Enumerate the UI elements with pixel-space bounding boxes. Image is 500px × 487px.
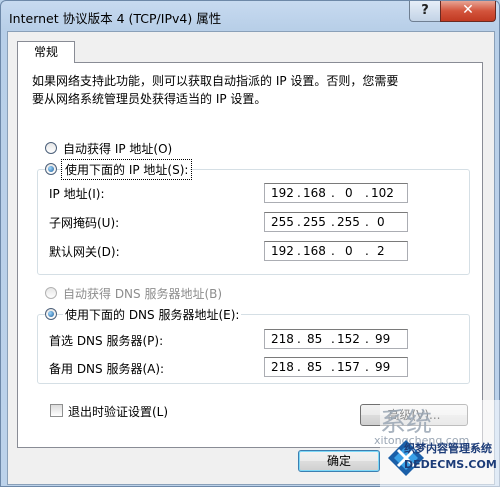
manual-ip-radio[interactable] [45, 163, 57, 175]
preferred-dns-label: 首选 DNS 服务器(P): [49, 334, 164, 348]
validate-label[interactable]: 退出时验证设置(L) [68, 403, 168, 420]
ip-octet-4: 102 [371, 186, 394, 200]
adns-octet-2: 85 [307, 360, 323, 374]
window-title: Internet 协议版本 4 (TCP/IPv4) 属性 [9, 11, 222, 26]
preferred-dns-input[interactable]: 218 . 85 . 152 . 99 [264, 329, 408, 349]
ip-address-label: IP 地址(I): [49, 187, 105, 201]
gw-octet-4: 2 [377, 244, 385, 258]
title-bar[interactable]: Internet 协议版本 4 (TCP/IPv4) 属性 ? ✕ [1, 1, 499, 31]
ip-octet-3: 0 [345, 186, 353, 200]
pdns-octet-3: 152 [337, 332, 360, 346]
description-line-2: 要从网络系统管理员处获得适当的 IP 设置。 [32, 92, 267, 106]
pdns-octet-4: 99 [375, 332, 391, 346]
gateway-input[interactable]: 192 . 168 . 0 . 2 [264, 241, 408, 261]
mask-octet-1: 255 [271, 215, 294, 229]
adns-octet-4: 99 [375, 360, 391, 374]
validate-checkbox[interactable] [50, 404, 63, 417]
gw-octet-3: 0 [345, 244, 353, 258]
description: 如果网络支持此功能，则可以获取自动指派的 IP 设置。否则，您需要 要从网络系统… [32, 72, 472, 108]
mask-octet-2: 255 [303, 215, 326, 229]
pdns-octet-2: 85 [307, 332, 323, 346]
subnet-mask-input[interactable]: 255 . 255 . 255 . 0 [264, 212, 408, 232]
adns-octet-3: 157 [337, 360, 360, 374]
subnet-mask-label: 子网掩码(U): [49, 216, 120, 230]
close-button[interactable]: ✕ [440, 1, 496, 22]
auto-ip-label[interactable]: 自动获得 IP 地址(O) [63, 140, 172, 157]
ip-address-input[interactable]: 192 . 168 . 0 . 102 [264, 183, 408, 203]
mask-octet-4: 0 [377, 215, 385, 229]
gateway-label: 默认网关(D): [49, 245, 120, 259]
tab-general[interactable]: 常规 [17, 41, 75, 63]
ip-octet-2: 168 [303, 186, 326, 200]
auto-dns-radio [45, 287, 57, 299]
ok-button[interactable]: 确定 [298, 450, 380, 472]
watermark-line-1: 织梦内容管理系统 [404, 442, 492, 455]
manual-dns-label[interactable]: 使用下面的 DNS 服务器地址(E): [63, 306, 242, 323]
description-line-1: 如果网络支持此功能，则可以获取自动指派的 IP 设置。否则，您需要 [32, 74, 399, 88]
gw-octet-1: 192 [271, 244, 294, 258]
adns-octet-1: 218 [271, 360, 294, 374]
help-button[interactable]: ? [409, 1, 441, 22]
alternate-dns-label: 备用 DNS 服务器(A): [49, 362, 165, 376]
manual-ip-label[interactable]: 使用下面的 IP 地址(S): [60, 159, 193, 180]
mask-octet-3: 255 [337, 215, 360, 229]
manual-dns-radio[interactable] [45, 308, 57, 320]
watermark-line-2: DEDECMS.COM [404, 458, 497, 471]
auto-ip-radio[interactable] [45, 142, 57, 154]
auto-dns-label: 自动获得 DNS 服务器地址(B) [63, 287, 223, 301]
alternate-dns-input[interactable]: 218 . 85 . 157 . 99 [264, 357, 408, 377]
ip-octet-1: 192 [271, 186, 294, 200]
watermark: 系统 xitongcheng.com 织梦内容管理系统 DEDECMS.COM [374, 400, 500, 487]
pdns-octet-1: 218 [271, 332, 294, 346]
gw-octet-2: 168 [303, 244, 326, 258]
